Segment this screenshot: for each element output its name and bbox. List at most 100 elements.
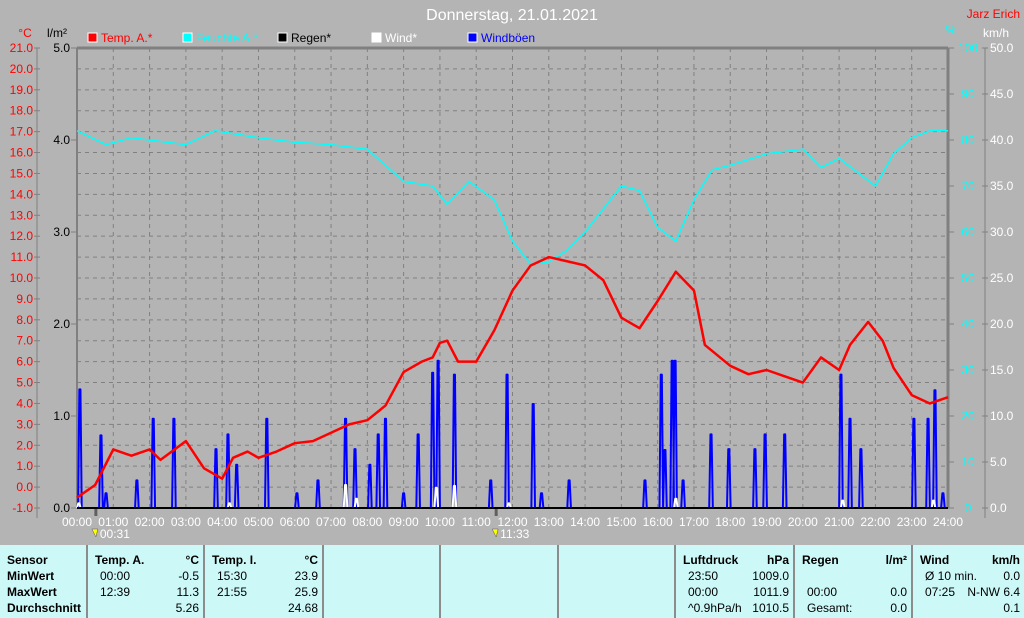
legend-swatch	[467, 32, 478, 43]
humidity-tick-label: 80	[961, 133, 975, 147]
legend-label: Feuchte A.*	[196, 31, 258, 45]
chart-title: Donnerstag, 21.01.2021	[426, 7, 598, 24]
temp-tick-label: 11.0	[11, 250, 34, 264]
temp-tick-label: 14.0	[10, 187, 34, 201]
temp-tick-label: 12.0	[10, 229, 34, 243]
humidity-tick-label: 0	[965, 501, 972, 515]
column-header: Luftdruck	[683, 553, 739, 567]
column-unit: hPa	[766, 553, 789, 567]
temp-tick-label: 8.0	[16, 313, 33, 327]
temp-axis-unit: °C	[18, 26, 32, 40]
wind-tick-label: 10.0	[990, 409, 1014, 423]
column-header: Temp. A.	[95, 553, 145, 567]
temp-tick-label: 7.0	[16, 334, 33, 348]
stat-label: Ø 10 min.	[925, 569, 978, 583]
weather-chart: Donnerstag, 21.01.2021 Jarz Erich °C l/m²% k…	[10, 7, 1020, 541]
temp-tick-label: 15.0	[10, 166, 34, 180]
stat-label: 00:00	[100, 569, 131, 583]
humidity-tick-label: 70	[961, 179, 975, 193]
wind-tick-label: 15.0	[990, 363, 1014, 377]
wind-tick-label: 50.0	[990, 41, 1014, 55]
stats-column-empty-1	[324, 545, 441, 618]
x-tick-label: 10:00	[425, 515, 455, 529]
stat-value: 0.1	[1003, 601, 1020, 615]
stat-label: 00:00	[807, 585, 838, 599]
stats-column-temp-a: Temp. A. °C 00:00 -0.5 12:39 11.3 5.26	[88, 545, 205, 618]
legend-swatch	[87, 32, 98, 43]
stat-value: 1010.5	[752, 601, 789, 615]
stats-column-empty-3	[559, 545, 676, 618]
stat-value: 0.0	[890, 585, 907, 599]
temp-tick-label: 19.0	[10, 83, 34, 97]
legend-swatch	[371, 32, 382, 43]
legend-swatch	[277, 32, 288, 43]
stat-value: 0.0	[890, 601, 907, 615]
x-tick-label: 24:00	[933, 515, 963, 529]
humidity-tick-label: 90	[961, 87, 975, 101]
humidity-series-line	[76, 130, 948, 265]
author-label: Jarz Erich	[967, 7, 1020, 21]
x-tick-label: 20:00	[788, 515, 818, 529]
temp-tick-label: 13.0	[10, 208, 34, 222]
stat-label: 00:00	[688, 585, 719, 599]
stat-label: 21:55	[217, 585, 248, 599]
stat-label: 07:25	[925, 585, 956, 599]
column-unit: °C	[185, 553, 199, 567]
x-tick-label: 03:00	[171, 515, 201, 529]
stat-label: 15:30	[217, 569, 248, 583]
wind-axis-unit: km/h	[983, 26, 1009, 40]
statistics-panel: Sensor MinWert MaxWert Durchschnitt Temp. A.…	[0, 545, 1024, 618]
legend-label: Temp. A.*	[101, 31, 153, 45]
wind-tick-label: 0.0	[990, 501, 1007, 515]
x-tick-label: 16:00	[643, 515, 673, 529]
wind-tick-label: 25.0	[990, 271, 1014, 285]
humidity-tick-label: 30	[961, 363, 975, 377]
x-tick-label: 15:00	[606, 515, 636, 529]
rain-tick-label: 3.0	[53, 225, 70, 239]
wind-tick-label: 20.0	[990, 317, 1014, 331]
stat-value: N-NW 6.4	[967, 585, 1020, 599]
x-tick-label: 17:00	[679, 515, 709, 529]
rain-tick-label: 0.0	[53, 501, 70, 515]
stats-column-regen: Regen l/m² 00:00 0.0 Gesamt: 0.0	[795, 545, 913, 618]
stat-value: 1011.9	[753, 585, 789, 599]
stat-value: 25.9	[294, 585, 318, 599]
temp-tick-label: -1.0	[12, 501, 33, 515]
legend-label: Wind*	[385, 31, 417, 45]
column-header: Wind	[920, 553, 950, 567]
marker-time-label: 00:31	[100, 527, 130, 541]
stat-label: 23:50	[688, 569, 719, 583]
legend-swatch	[182, 32, 193, 43]
column-header: Regen	[802, 553, 839, 567]
rain-tick-label: 1.0	[53, 409, 70, 423]
x-tick-label: 09:00	[389, 515, 419, 529]
temp-tick-label: 6.0	[16, 355, 33, 369]
column-header: Sensor	[7, 553, 48, 567]
x-tick-label: 14:00	[570, 515, 600, 529]
x-tick-label: 22:00	[860, 515, 890, 529]
stats-column-sensor: Sensor MinWert MaxWert Durchschnitt	[0, 545, 88, 618]
rain-tick-label: 2.0	[53, 317, 70, 331]
legend-label: Windböen	[481, 31, 535, 45]
temp-tick-label: 18.0	[10, 104, 34, 118]
wind-tick-label: 30.0	[990, 225, 1014, 239]
stats-column-wind: Wind km/h Ø 10 min. 0.0 07:25 N-NW 6.4 0.1	[913, 545, 1024, 618]
humidity-tick-label: 60	[961, 225, 975, 239]
stat-label: MaxWert	[7, 585, 57, 599]
legend-label: Regen*	[291, 31, 331, 45]
x-tick-label: 04:00	[207, 515, 237, 529]
wind-tick-label: 45.0	[990, 87, 1014, 101]
x-tick-label: 19:00	[752, 515, 782, 529]
x-tick-label: 11:00	[462, 515, 491, 529]
stat-label: Gesamt:	[807, 601, 853, 615]
humidity-tick-label: 20	[961, 409, 975, 423]
x-tick-label: 21:00	[824, 515, 854, 529]
stat-value: 0.0	[1003, 569, 1020, 583]
temp-tick-label: 20.0	[10, 62, 34, 76]
wind-tick-label: 40.0	[990, 133, 1014, 147]
x-tick-label: 18:00	[715, 515, 745, 529]
humidity-tick-label: 40	[961, 317, 975, 331]
temp-tick-label: 1.0	[16, 459, 33, 473]
stat-value: 5.26	[175, 601, 199, 615]
rain-tick-label: 5.0	[53, 41, 70, 55]
